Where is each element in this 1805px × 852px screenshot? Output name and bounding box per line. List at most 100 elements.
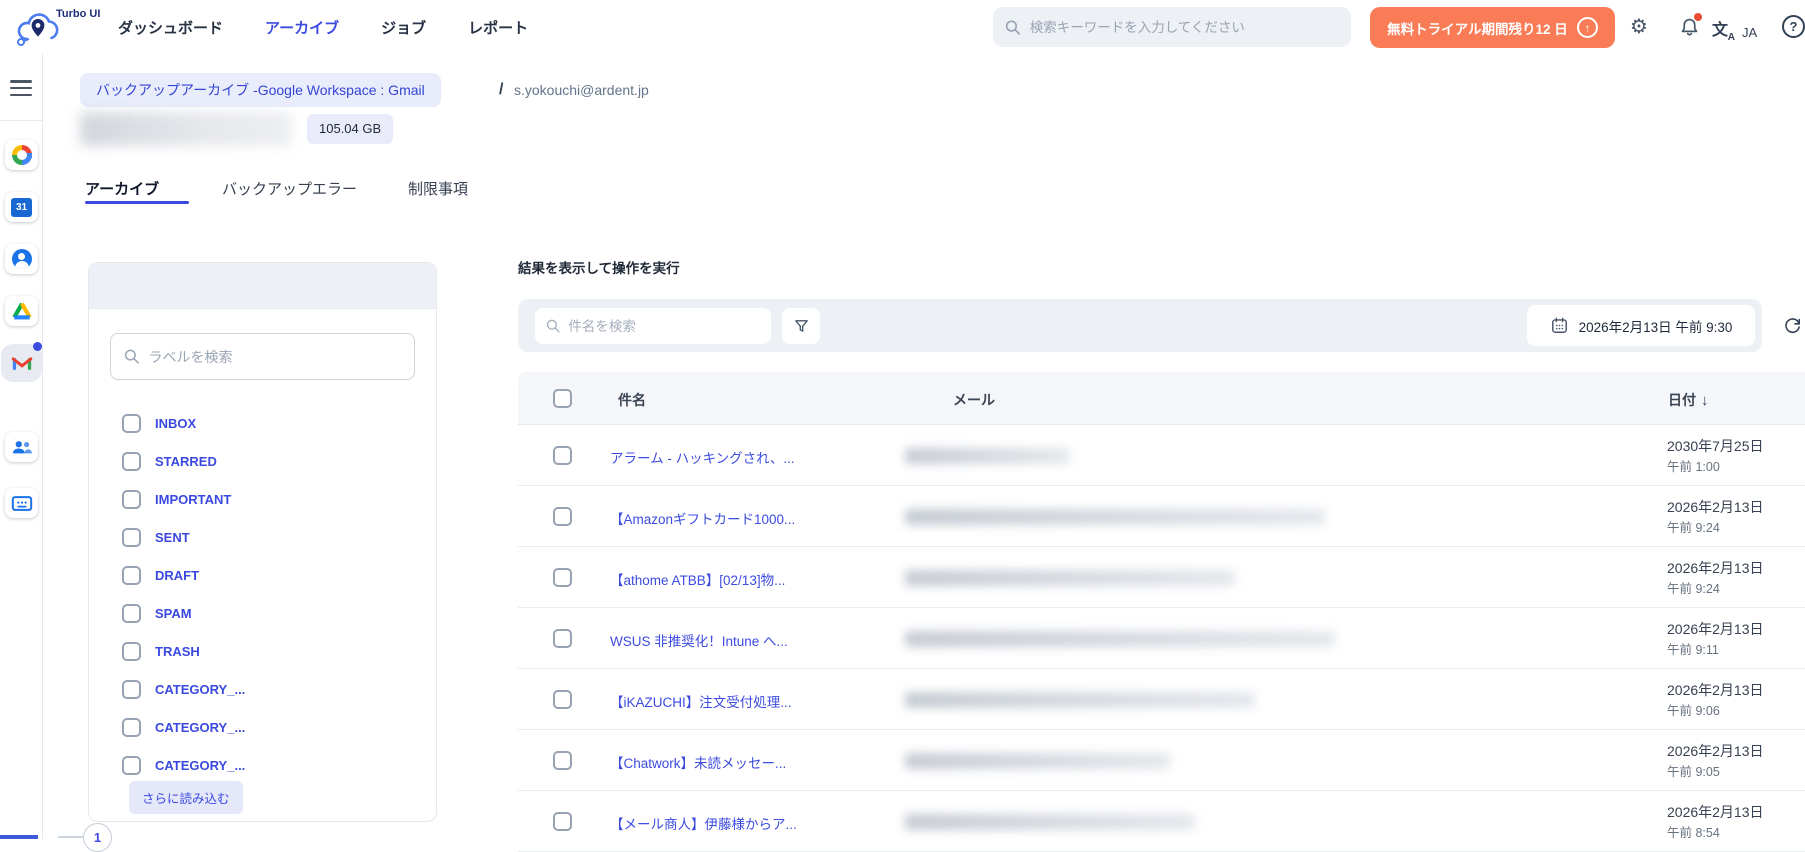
- translate-icon: 文A: [1712, 22, 1736, 43]
- calendar-icon: [1551, 317, 1567, 333]
- row-time: 午前 9:05: [1667, 765, 1720, 779]
- row-subject-link[interactable]: 【athome ATBB】[02/13]物...: [610, 569, 785, 589]
- row-date: 2026年2月13日: [1667, 560, 1764, 576]
- rail-item-board[interactable]: [5, 488, 38, 518]
- subject-search-input[interactable]: [568, 318, 760, 334]
- refresh-icon: [1784, 318, 1800, 334]
- label-name[interactable]: IMPORTANT: [155, 492, 231, 507]
- label-item-5: SPAM: [89, 594, 436, 632]
- tab-limitations[interactable]: 制限事項: [408, 178, 468, 199]
- rail-divider: [0, 120, 43, 121]
- rail-item-calendar[interactable]: 31: [5, 192, 38, 222]
- rail-item-google[interactable]: [5, 140, 38, 170]
- row-checkbox[interactable]: [553, 629, 572, 648]
- row-subject-link[interactable]: 【iKAZUCHI】注文受付処理...: [610, 691, 792, 711]
- nav-item-3[interactable]: レポート: [468, 17, 528, 38]
- tab-archive[interactable]: アーカイブ: [85, 178, 159, 199]
- notifications-bell-icon[interactable]: [1676, 13, 1702, 40]
- redacted-email: [905, 509, 1325, 525]
- nav-item-2[interactable]: ジョブ: [381, 17, 426, 38]
- row-subject-link[interactable]: アラーム - ハッキングされ、...: [610, 447, 795, 467]
- label-checkbox[interactable]: [122, 679, 141, 699]
- date-filter[interactable]: 2026年2月13日 午前 9:30: [1527, 305, 1755, 346]
- table-row-6: 【メール商人】伊藤様からア... 2026年2月13日 午前 8:54: [518, 791, 1805, 852]
- label-name[interactable]: SENT: [155, 530, 190, 545]
- label-search-input[interactable]: [148, 348, 401, 365]
- groups-icon: [12, 441, 32, 454]
- row-time: 午前 1:00: [1667, 460, 1720, 474]
- column-date[interactable]: 日付 ↓: [1668, 390, 1709, 410]
- label-name[interactable]: CATEGORY_...: [155, 682, 245, 697]
- table-body: アラーム - ハッキングされ、... 2030年7月25日 午前 1:00 【Amaz…: [518, 425, 1805, 852]
- label-checkbox[interactable]: [122, 717, 141, 737]
- sort-desc-icon[interactable]: ↓: [1701, 392, 1709, 409]
- filter-button[interactable]: [782, 308, 820, 344]
- label-checkbox[interactable]: [122, 451, 141, 471]
- trial-countdown-button[interactable]: 無料トライアル期間残り12 日 ↑: [1370, 7, 1615, 48]
- label-name[interactable]: SPAM: [155, 606, 192, 621]
- search-icon: [124, 349, 139, 364]
- label-item-1: STARRED: [89, 442, 436, 480]
- label-item-6: TRASH: [89, 632, 436, 670]
- global-search[interactable]: [993, 7, 1351, 47]
- redacted-email: [905, 631, 1335, 647]
- settings-gear-icon[interactable]: ⚙: [1626, 14, 1652, 40]
- label-item-8: CATEGORY_...: [89, 708, 436, 746]
- label-checkbox[interactable]: [122, 755, 141, 775]
- label-name[interactable]: TRASH: [155, 644, 200, 659]
- label-item-4: DRAFT: [89, 556, 436, 594]
- global-search-input[interactable]: [1029, 19, 1339, 35]
- label-checkbox[interactable]: [122, 565, 141, 585]
- label-checkbox[interactable]: [122, 527, 141, 547]
- rail-item-gmail[interactable]: [5, 348, 38, 378]
- label-checkbox[interactable]: [122, 413, 141, 433]
- label-name[interactable]: DRAFT: [155, 568, 199, 583]
- load-more-button[interactable]: さらに読み込む: [129, 781, 243, 814]
- label-checkbox[interactable]: [122, 603, 141, 623]
- select-all-checkbox[interactable]: [553, 389, 572, 408]
- row-subject-link[interactable]: 【Amazonギフトカード1000...: [610, 508, 795, 528]
- label-checkbox[interactable]: [122, 489, 141, 509]
- row-checkbox[interactable]: [553, 690, 572, 709]
- row-date: 2026年2月13日: [1667, 804, 1764, 820]
- tab-backup-errors[interactable]: バックアップエラー: [222, 178, 357, 199]
- brand-name: Turbo UI: [56, 8, 101, 20]
- label-name[interactable]: CATEGORY_...: [155, 758, 245, 773]
- rail-item-drive[interactable]: [5, 296, 38, 326]
- trial-label: 無料トライアル期間残り12 日: [1387, 21, 1568, 37]
- label-item-3: SENT: [89, 518, 436, 556]
- label-checkbox[interactable]: [122, 641, 141, 661]
- nav-item-1[interactable]: アーカイブ: [265, 17, 339, 38]
- help-icon[interactable]: ?: [1782, 15, 1805, 38]
- row-checkbox[interactable]: [553, 812, 572, 831]
- label-name[interactable]: INBOX: [155, 416, 196, 431]
- rail-item-groups[interactable]: [5, 432, 38, 462]
- redacted-account-name: [80, 112, 292, 146]
- table-row-1: 【Amazonギフトカード1000... 2026年2月13日 午前 9:24: [518, 486, 1805, 547]
- rail-bottom-accent: [0, 835, 38, 839]
- board-icon: [11, 495, 32, 511]
- table-header: 件名 メール 日付 ↓: [518, 372, 1805, 425]
- language-switcher[interactable]: 文A JA: [1712, 16, 1757, 43]
- brand-logo-cloud-icon: [17, 13, 59, 46]
- column-mail[interactable]: メール: [953, 390, 995, 410]
- column-subject[interactable]: 件名: [618, 390, 646, 410]
- nav-item-0[interactable]: ダッシュボード: [118, 17, 223, 38]
- menu-hamburger-icon[interactable]: [10, 80, 32, 96]
- row-checkbox[interactable]: [553, 507, 572, 526]
- subject-search[interactable]: [535, 308, 771, 344]
- pagination-page-1[interactable]: 1: [83, 823, 112, 852]
- row-subject-link[interactable]: WSUS 非推奨化！Intune へ...: [610, 630, 788, 650]
- row-checkbox[interactable]: [553, 446, 572, 465]
- rail-item-contacts[interactable]: [5, 244, 38, 274]
- row-checkbox[interactable]: [553, 751, 572, 770]
- breadcrumb-primary[interactable]: バックアップアーカイブ -Google Workspace : Gmail: [80, 73, 441, 107]
- label-search[interactable]: [110, 333, 415, 380]
- label-name[interactable]: STARRED: [155, 454, 217, 469]
- refresh-button[interactable]: [1772, 305, 1805, 346]
- label-name[interactable]: CATEGORY_...: [155, 720, 245, 735]
- row-subject-link[interactable]: 【メール商人】伊藤様からア...: [610, 813, 797, 833]
- upgrade-arrow-icon: ↑: [1576, 17, 1598, 38]
- row-checkbox[interactable]: [553, 568, 572, 587]
- row-subject-link[interactable]: 【Chatwork】未読メッセー...: [610, 752, 786, 772]
